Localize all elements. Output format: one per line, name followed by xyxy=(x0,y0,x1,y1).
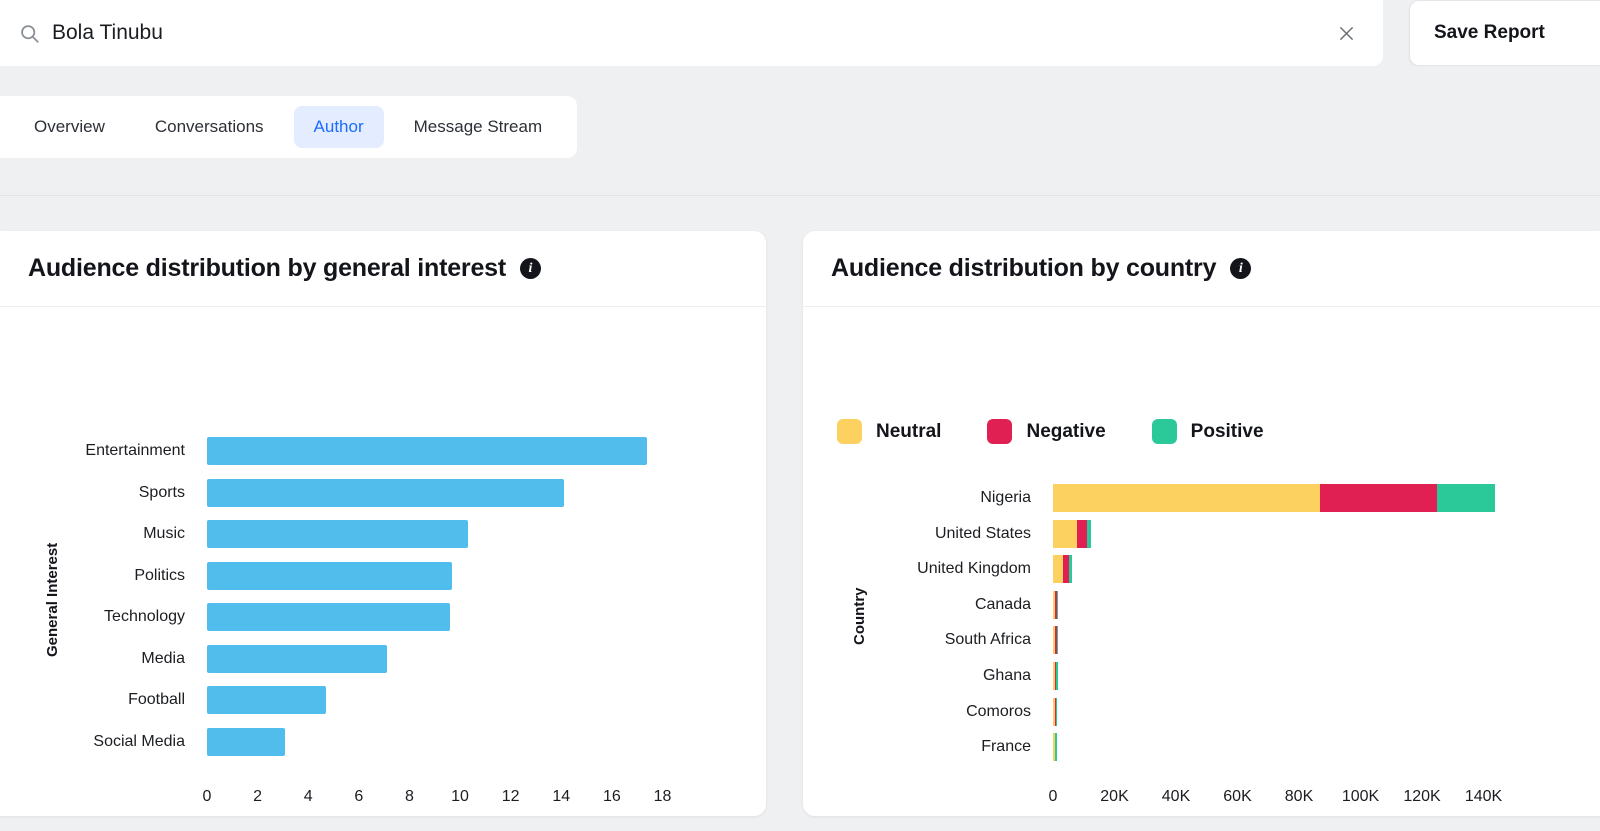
tab-bar: Overview Conversations Author Message Strea… xyxy=(0,96,578,158)
plot-area-country: Nigeria United States United Kingdom Canada… xyxy=(803,307,1600,816)
tab-bar-region: Overview Conversations Author Message Strea… xyxy=(0,66,1600,195)
category-label: United Kingdom xyxy=(917,560,1031,578)
bar-segment-positive[interactable] xyxy=(1086,519,1092,548)
info-icon[interactable]: i xyxy=(1230,258,1252,279)
x-axis-tick: 16 xyxy=(602,788,621,805)
x-axis-tick: 0 xyxy=(1048,788,1058,805)
card-general-interest: Audience distribution by general interes… xyxy=(0,231,766,816)
search-input[interactable] xyxy=(52,21,1323,45)
x-axis-tick: 80K xyxy=(1284,788,1314,805)
bar[interactable] xyxy=(207,603,450,631)
category-label: France xyxy=(981,738,1031,756)
header-divider xyxy=(0,195,1600,196)
bar-segment-positive[interactable] xyxy=(1069,555,1073,584)
category-label: United States xyxy=(934,524,1031,542)
bar[interactable] xyxy=(207,478,564,507)
bar-segment-positive[interactable] xyxy=(1055,697,1057,726)
close-icon xyxy=(1339,26,1353,40)
x-axis-tick: 2 xyxy=(253,788,263,805)
category-label: Nigeria xyxy=(980,489,1031,506)
bar[interactable] xyxy=(207,520,468,548)
x-axis-tick: 140K xyxy=(1464,788,1503,805)
x-axis-tick: 40K xyxy=(1161,788,1191,805)
bar-segment-neutral[interactable] xyxy=(1053,484,1320,512)
clear-search-button[interactable] xyxy=(1323,10,1369,56)
category-label: Technology xyxy=(104,608,185,625)
tab-overview[interactable]: Overview xyxy=(14,106,125,148)
bar[interactable] xyxy=(207,644,387,673)
save-report-button[interactable]: Save Report xyxy=(1409,0,1600,66)
x-axis-tick: 0 xyxy=(202,788,212,805)
x-axis-tick: 60K xyxy=(1223,788,1252,805)
tab-message-stream[interactable]: Message Stream xyxy=(394,106,563,148)
bar-segment-positive[interactable] xyxy=(1056,626,1058,655)
bar-segment-positive[interactable] xyxy=(1437,484,1495,512)
search-icon xyxy=(18,22,40,44)
card-header: Audience distribution by country i xyxy=(803,231,1600,307)
x-axis-tick: 10 xyxy=(451,788,469,805)
category-label: Social Media xyxy=(93,732,185,750)
search-box[interactable] xyxy=(0,0,1383,66)
category-label: Canada xyxy=(974,595,1031,613)
category-label: Entertainment xyxy=(85,442,185,459)
category-label: South Africa xyxy=(944,631,1031,649)
tab-conversations[interactable]: Conversations xyxy=(135,106,284,148)
category-label: Music xyxy=(143,525,185,542)
category-label: Comoros xyxy=(966,702,1031,720)
bar-segment-negative[interactable] xyxy=(1319,484,1438,512)
x-axis-tick: 18 xyxy=(653,788,672,805)
bar-segment-negative[interactable] xyxy=(1076,519,1087,548)
bar-segment-neutral[interactable] xyxy=(1053,555,1064,584)
tab-author[interactable]: Author xyxy=(293,106,384,148)
category-label: Sports xyxy=(138,483,185,501)
category-label: Media xyxy=(141,649,185,667)
top-bar: Save Report xyxy=(0,0,1600,66)
x-axis-tick: 6 xyxy=(354,788,364,805)
plot-area-general-interest: Entertainment Sports Music Politics Technolo… xyxy=(0,307,766,816)
page-title-general-interest: Audience distribution by general interes… xyxy=(28,254,506,282)
chart-general-interest: General Interest Entertainment Sports Musi… xyxy=(0,307,766,816)
info-icon[interactable]: i xyxy=(520,258,541,279)
x-axis-tick: 4 xyxy=(303,788,313,805)
x-axis-tick: 100K xyxy=(1341,788,1380,805)
bar[interactable] xyxy=(207,686,326,714)
page-title-country: Audience distribution by country xyxy=(831,254,1217,282)
chart-country: Neutral Negative Positive Country Nigeria U… xyxy=(803,307,1600,816)
card-country: Audience distribution by country i Neutr… xyxy=(803,231,1600,816)
card-header: Audience distribution by general interes… xyxy=(0,231,766,307)
bar[interactable] xyxy=(207,561,453,590)
bar[interactable] xyxy=(207,437,648,465)
category-label: Politics xyxy=(134,566,185,584)
bar-segment-neutral[interactable] xyxy=(1053,519,1077,548)
x-axis-tick: 20K xyxy=(1100,788,1129,805)
x-axis-tick: 120K xyxy=(1403,788,1441,805)
bar-segment-positive[interactable] xyxy=(1056,590,1058,619)
bar-segment-positive[interactable] xyxy=(1056,662,1058,690)
category-label: Ghana xyxy=(982,667,1031,684)
x-axis-tick: 8 xyxy=(404,788,414,805)
bar-segment-positive[interactable] xyxy=(1055,733,1057,762)
x-axis-tick: 12 xyxy=(501,788,520,805)
bar[interactable] xyxy=(207,727,286,756)
x-axis-tick: 14 xyxy=(552,788,571,805)
category-label: Football xyxy=(128,691,185,708)
